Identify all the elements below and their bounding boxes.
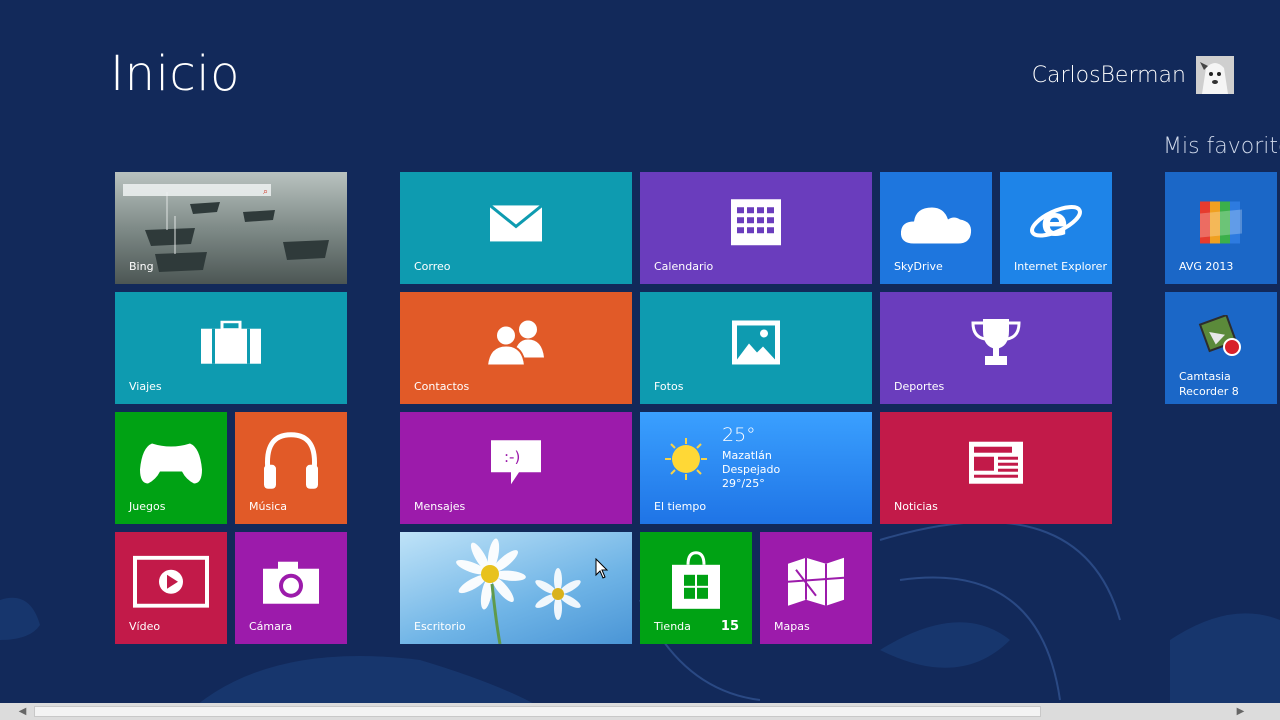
newspaper-icon — [969, 441, 1023, 484]
tile-label: Camtasia Recorder 8 — [1179, 369, 1239, 399]
avatar[interactable] — [1196, 56, 1234, 94]
tile-label: Mapas — [774, 620, 810, 633]
group-title-favoritos: Mis favorito — [1163, 134, 1280, 159]
tile-video[interactable]: Vídeo — [115, 532, 227, 644]
update-count-badge: 15 — [720, 619, 739, 634]
avg-icon — [1200, 201, 1242, 244]
camera-icon — [263, 561, 319, 604]
page-title: Inicio — [110, 46, 241, 102]
horizontal-scrollbar[interactable]: ◀ ▶ — [0, 703, 1280, 720]
user-name: CarlosBerman — [1031, 62, 1186, 88]
tile-camara[interactable]: Cámara — [235, 532, 347, 644]
tile-label: Tienda — [654, 620, 691, 633]
scroll-right-icon[interactable]: ▶ — [1232, 703, 1249, 720]
tile-label: Cámara — [249, 620, 293, 633]
tile-musica[interactable]: Música — [235, 412, 347, 524]
cloud-icon — [900, 207, 972, 244]
tile-label: Contactos — [414, 380, 470, 393]
tile-avg[interactable]: AVG 2013 — [1165, 172, 1277, 284]
tile-label: Bing — [129, 260, 154, 273]
tile-el-tiempo[interactable]: 25° Mazatlán Despejado 29°/25° El tiempo — [640, 412, 872, 524]
tile-label-line-2: Recorder 8 — [1179, 385, 1239, 398]
tile-label: Vídeo — [129, 620, 161, 633]
tile-label: Música — [249, 500, 288, 513]
tile-noticias[interactable]: Noticias — [880, 412, 1112, 524]
map-icon — [787, 557, 845, 606]
tile-skydrive[interactable]: SkyDrive — [880, 172, 992, 284]
trophy-icon — [971, 319, 1021, 365]
internet-explorer-icon: e — [1030, 199, 1082, 245]
tile-label: Fotos — [654, 380, 684, 393]
tile-calendario[interactable]: Calendario — [640, 172, 872, 284]
headphones-icon — [264, 432, 318, 489]
tile-correo[interactable]: Correo — [400, 172, 632, 284]
people-icon — [486, 320, 544, 366]
tile-label: Mensajes — [414, 500, 466, 513]
svg-text:e: e — [1041, 199, 1068, 245]
svg-text:⌕: ⌕ — [263, 187, 268, 197]
tile-label: Internet Explorer — [1014, 260, 1107, 273]
calendar-icon — [731, 199, 781, 246]
tile-camtasia[interactable]: Camtasia Recorder 8 — [1165, 292, 1277, 404]
tile-label: Viajes — [129, 380, 162, 393]
tile-mensajes[interactable]: :-) Mensajes — [400, 412, 632, 524]
mouse-cursor-icon — [595, 558, 609, 579]
tile-label: SkyDrive — [894, 260, 943, 273]
tile-escritorio[interactable]: Escritorio — [400, 532, 632, 644]
tile-internet-explorer[interactable]: e Internet Explorer — [1000, 172, 1112, 284]
tile-label: Juegos — [129, 500, 166, 513]
weather-condition: Despejado — [722, 463, 781, 476]
scroll-left-icon[interactable]: ◀ — [14, 703, 31, 720]
tile-juegos[interactable]: Juegos — [115, 412, 227, 524]
tile-fotos[interactable]: Fotos — [640, 292, 872, 404]
tile-mapas[interactable]: Mapas — [760, 532, 872, 644]
video-icon — [133, 555, 209, 608]
tile-tienda[interactable]: Tienda 15 — [640, 532, 752, 644]
scrollbar-thumb[interactable] — [34, 706, 1041, 717]
weather-info: 25° Mazatlán Despejado 29°/25° — [722, 424, 780, 491]
weather-city: Mazatlán — [722, 449, 772, 462]
store-icon — [672, 551, 720, 609]
message-icon: :-) — [491, 440, 541, 485]
tile-label: Correo — [414, 260, 451, 273]
suitcase-icon — [201, 320, 261, 364]
tile-label: Escritorio — [414, 620, 466, 633]
tile-label-line-1: Camtasia — [1179, 370, 1231, 383]
tile-label: Noticias — [894, 500, 938, 513]
tile-contactos[interactable]: Contactos — [400, 292, 632, 404]
tile-label: Calendario — [654, 260, 714, 273]
game-controller-icon — [140, 443, 202, 484]
mail-icon — [489, 204, 543, 242]
svg-text::-): :-) — [504, 448, 520, 466]
sun-icon — [665, 438, 707, 480]
weather-temperature: 25° — [722, 424, 756, 446]
tile-label: El tiempo — [654, 500, 707, 513]
user-account[interactable]: CarlosBerman — [1032, 56, 1234, 94]
tile-deportes[interactable]: Deportes — [880, 292, 1112, 404]
tile-label: AVG 2013 — [1179, 260, 1234, 273]
camtasia-icon — [1198, 315, 1241, 356]
tile-viajes[interactable]: Viajes — [115, 292, 347, 404]
weather-range: 29°/25° — [722, 477, 765, 490]
photo-icon — [732, 320, 780, 365]
tile-label: Deportes — [894, 380, 945, 393]
tile-bing[interactable]: ⌕ Bing — [115, 172, 347, 284]
